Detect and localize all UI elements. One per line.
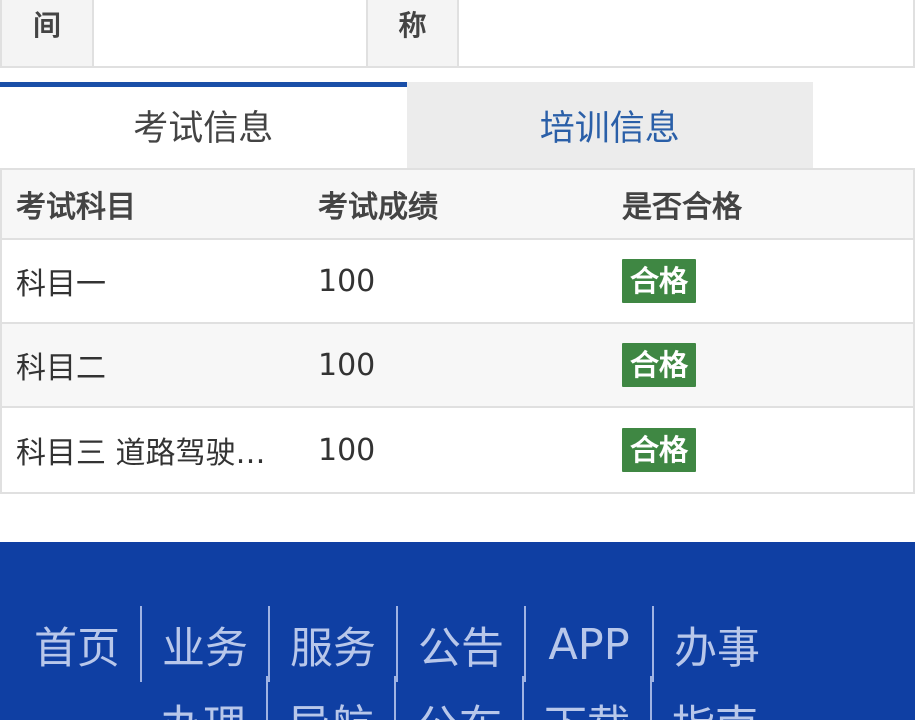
footer-link-home[interactable]: 首页 (14, 606, 140, 684)
score-cell: 100 (318, 347, 376, 383)
footer-link-publish[interactable]: 公布 (396, 676, 522, 720)
footer-link-business[interactable]: 业务 (142, 606, 268, 684)
subject-cell: 科目一 (16, 267, 106, 302)
footer-nav: 首页 业务 服务 公告 APP 办事 (14, 606, 780, 684)
info-tabs: 考试信息 培训信息 (0, 82, 813, 168)
info-value-name (459, 0, 913, 66)
exam-table: 考试科目 考试成绩 是否合格 科目一 100 合格 科目二 100 合格 科目三… (0, 168, 915, 494)
table-row: 科目一 100 合格 (2, 240, 913, 324)
footer-link-service[interactable]: 服务 (270, 606, 396, 684)
pass-cell: 合格 (608, 343, 913, 387)
pass-cell: 合格 (608, 428, 913, 472)
footer-link-download[interactable]: 下载 (524, 676, 650, 720)
info-value-time (94, 0, 368, 66)
subject-cell: 科目二 (16, 351, 106, 386)
page: 间 称 考试信息 培训信息 考试科目 考试成绩 是否合格 科目一 100 合格 … (0, 0, 915, 720)
pass-cell: 合格 (608, 259, 913, 303)
pass-badge: 合格 (622, 343, 697, 387)
footer-link-guide[interactable]: 办事 (654, 606, 780, 684)
table-header-row: 考试科目 考试成绩 是否合格 (2, 170, 913, 240)
table-row: 科目三 道路驾驶… 100 合格 (2, 408, 913, 492)
subject-cell: 科目三 道路驾驶… (16, 436, 266, 471)
footer-link-manual[interactable]: 指南 (652, 676, 778, 720)
info-label-name: 称 (368, 0, 459, 66)
footer-link-navigation[interactable]: 导航 (268, 676, 394, 720)
pass-badge: 合格 (622, 259, 697, 303)
tab-exam-info[interactable]: 考试信息 (0, 82, 407, 168)
footer-link-notice[interactable]: 公告 (398, 606, 524, 684)
info-label-time: 间 (2, 0, 94, 66)
table-row: 科目二 100 合格 (2, 324, 913, 408)
header-score: 考试成绩 (318, 190, 438, 225)
pass-badge: 合格 (622, 428, 697, 472)
score-cell: 100 (318, 432, 376, 468)
footer-link-handle[interactable]: 办理 (140, 676, 266, 720)
header-subject: 考试科目 (16, 190, 136, 225)
info-table: 间 称 (0, 0, 915, 68)
footer-link-app[interactable]: APP (526, 606, 652, 684)
header-pass: 是否合格 (622, 190, 742, 225)
footer-nav-row2: 办理 导航 公布 下载 指南 (140, 676, 778, 720)
tab-training-info[interactable]: 培训信息 (406, 82, 813, 168)
score-cell: 100 (318, 263, 376, 299)
